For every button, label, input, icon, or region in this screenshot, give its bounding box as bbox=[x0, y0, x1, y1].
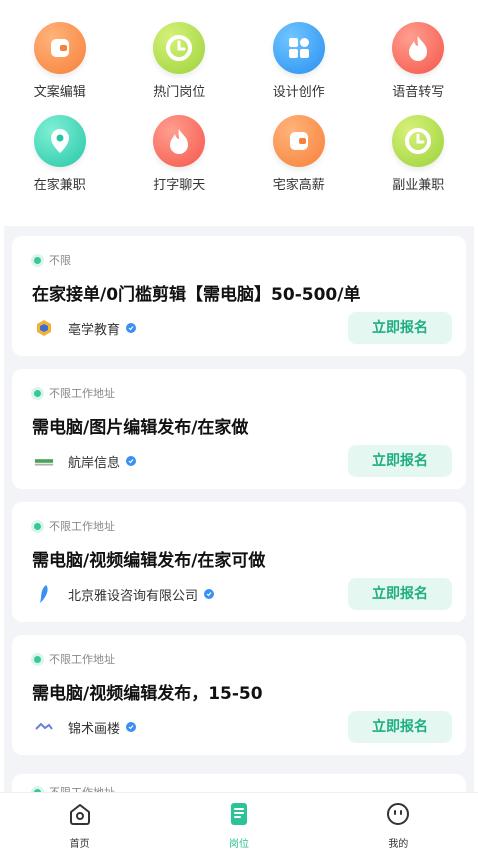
clock-icon bbox=[392, 115, 444, 167]
category-design[interactable]: 设计创作 bbox=[239, 22, 359, 103]
profile-face-icon bbox=[385, 801, 411, 831]
category-label: 副业兼职 bbox=[392, 176, 444, 196]
job-title: 在家接单/0门槛剪辑【需电脑】50-500/单 bbox=[32, 280, 360, 305]
job-title: 需电脑/视频编辑发布，15-50 bbox=[32, 679, 263, 704]
apps-grid-icon bbox=[273, 22, 325, 74]
job-card[interactable]: 不限工作地址 需电脑/视频编辑发布/在家可做 北京雅设咨询有限公司 立即报名 bbox=[12, 502, 466, 622]
job-title: 需电脑/视频编辑发布/在家可做 bbox=[32, 546, 265, 571]
job-title: 需电脑/图片编辑发布/在家做 bbox=[32, 413, 248, 438]
tab-jobs[interactable]: 岗位 bbox=[159, 793, 318, 851]
job-location-tag: 不限 bbox=[34, 252, 71, 268]
category-voice-transcription[interactable]: 语音转写 bbox=[359, 22, 478, 103]
category-label: 文案编辑 bbox=[34, 83, 86, 103]
location-pin-icon bbox=[34, 115, 86, 167]
category-side-job[interactable]: 副业兼职 bbox=[359, 115, 478, 196]
company-name: 航岸信息 bbox=[68, 452, 120, 471]
tab-label: 岗位 bbox=[229, 835, 249, 850]
category-grid: 文案编辑 热门岗位 设计创作 语音转写 在家兼职 打字聊天 宅家高薪 bbox=[0, 22, 478, 196]
apply-button[interactable]: 立即报名 bbox=[348, 445, 452, 477]
category-copy-editing[interactable]: 文案编辑 bbox=[0, 22, 120, 103]
category-work-from-home[interactable]: 在家兼职 bbox=[0, 115, 120, 196]
green-dot-icon bbox=[34, 523, 41, 530]
company-name: 亳学教育 bbox=[68, 319, 120, 338]
flame-icon bbox=[153, 115, 205, 167]
category-hot-jobs[interactable]: 热门岗位 bbox=[120, 22, 240, 103]
green-dot-icon bbox=[34, 656, 41, 663]
document-icon bbox=[226, 801, 252, 831]
category-label: 热门岗位 bbox=[153, 83, 205, 103]
tab-profile[interactable]: 我的 bbox=[319, 793, 478, 851]
job-card[interactable]: 不限工作地址 bbox=[12, 774, 466, 792]
verified-badge-icon bbox=[126, 456, 136, 466]
green-dot-icon bbox=[34, 257, 41, 264]
category-label: 语音转写 bbox=[392, 83, 444, 103]
tab-label: 首页 bbox=[70, 835, 90, 850]
company-info: 航岸信息 bbox=[34, 451, 136, 471]
job-list[interactable]: 不限 在家接单/0门槛剪辑【需电脑】50-500/单 亳学教育 立即报名 不限工… bbox=[4, 226, 474, 792]
company-info: 亳学教育 bbox=[34, 318, 136, 338]
company-logo-icon bbox=[34, 717, 54, 737]
job-location-tag: 不限工作地址 bbox=[34, 651, 115, 667]
company-name: 北京雅设咨询有限公司 bbox=[68, 585, 198, 604]
company-logo-icon bbox=[34, 318, 54, 338]
company-logo-icon bbox=[34, 451, 54, 471]
wallet-icon bbox=[273, 115, 325, 167]
bottom-tab-bar: 首页 岗位 我的 bbox=[0, 792, 478, 851]
category-typing-chat[interactable]: 打字聊天 bbox=[120, 115, 240, 196]
job-location-tag: 不限工作地址 bbox=[34, 784, 115, 792]
company-info: 锦术画楼 bbox=[34, 717, 136, 737]
job-location-tag: 不限工作地址 bbox=[34, 385, 115, 401]
category-home-high-pay[interactable]: 宅家高薪 bbox=[239, 115, 359, 196]
apply-button[interactable]: 立即报名 bbox=[348, 711, 452, 743]
green-dot-icon bbox=[34, 390, 41, 397]
home-icon bbox=[67, 801, 93, 831]
flame-icon bbox=[392, 22, 444, 74]
category-label: 宅家高薪 bbox=[273, 176, 325, 196]
verified-badge-icon bbox=[204, 589, 214, 599]
tab-label: 我的 bbox=[388, 835, 408, 850]
job-card[interactable]: 不限工作地址 需电脑/图片编辑发布/在家做 航岸信息 立即报名 bbox=[12, 369, 466, 489]
company-name: 锦术画楼 bbox=[68, 718, 120, 737]
wallet-icon bbox=[34, 22, 86, 74]
job-card[interactable]: 不限工作地址 需电脑/视频编辑发布，15-50 锦术画楼 立即报名 bbox=[12, 635, 466, 755]
company-logo-icon bbox=[34, 584, 54, 604]
verified-badge-icon bbox=[126, 323, 136, 333]
category-label: 打字聊天 bbox=[153, 176, 205, 196]
verified-badge-icon bbox=[126, 722, 136, 732]
apply-button[interactable]: 立即报名 bbox=[348, 312, 452, 344]
company-info: 北京雅设咨询有限公司 bbox=[34, 584, 214, 604]
category-label: 在家兼职 bbox=[34, 176, 86, 196]
tab-home[interactable]: 首页 bbox=[0, 793, 159, 851]
category-label: 设计创作 bbox=[273, 83, 325, 103]
apply-button[interactable]: 立即报名 bbox=[348, 578, 452, 610]
job-location-tag: 不限工作地址 bbox=[34, 518, 115, 534]
clock-icon bbox=[153, 22, 205, 74]
job-card[interactable]: 不限 在家接单/0门槛剪辑【需电脑】50-500/单 亳学教育 立即报名 bbox=[12, 236, 466, 356]
